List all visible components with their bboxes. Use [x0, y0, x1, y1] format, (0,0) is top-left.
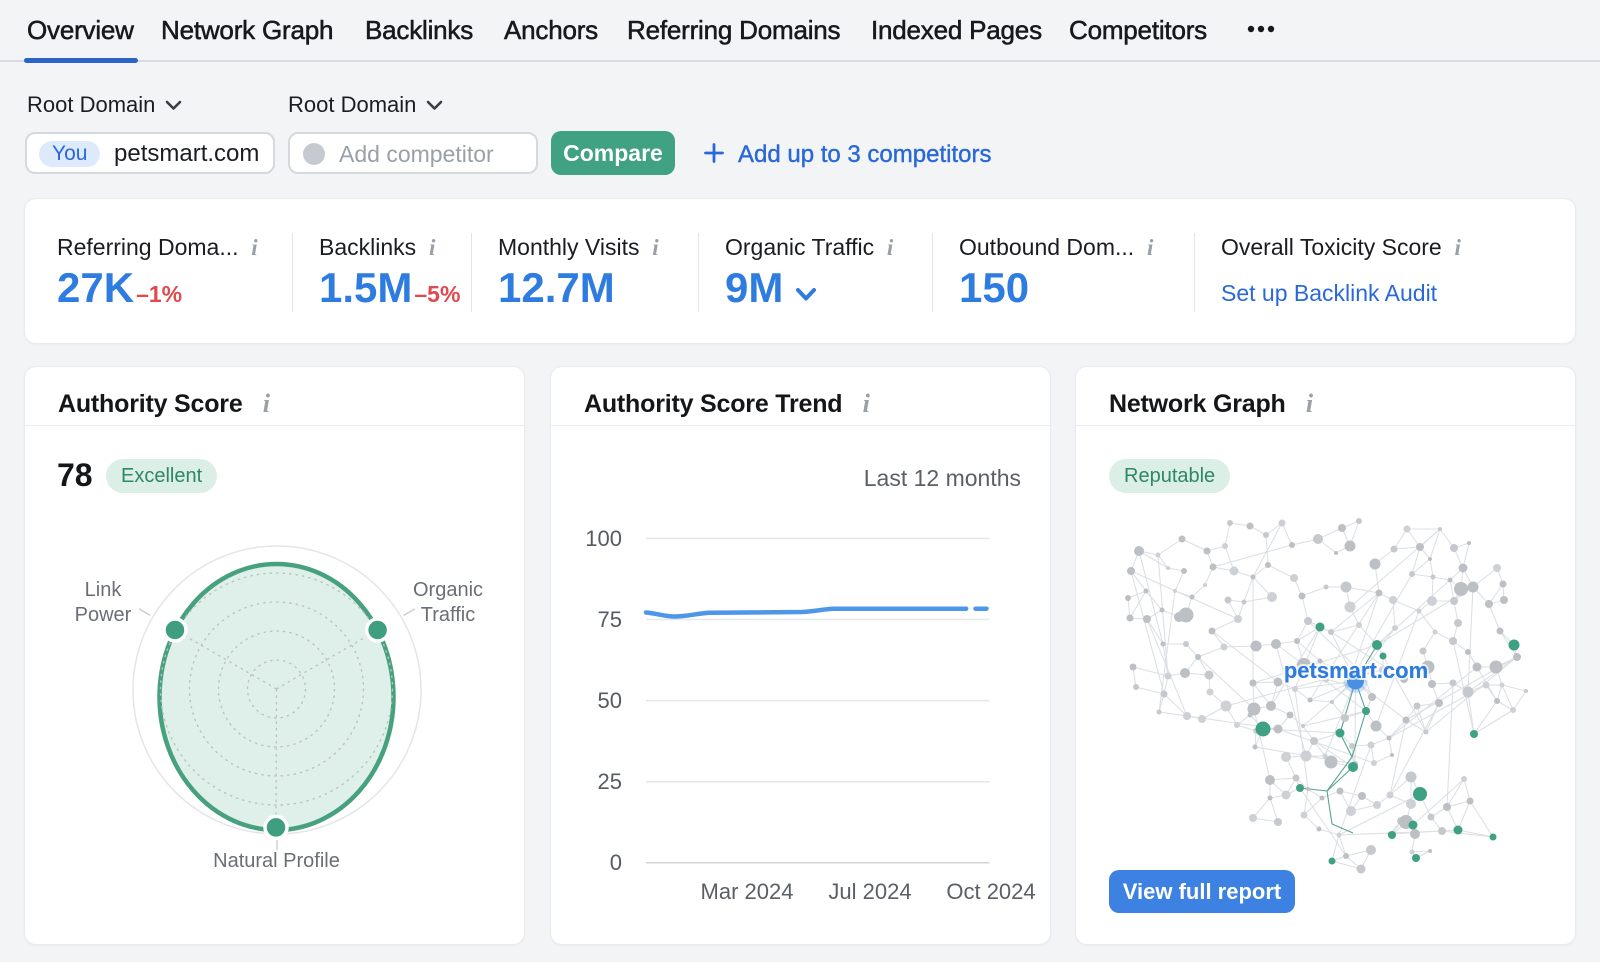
- svg-text:50: 50: [598, 688, 622, 713]
- svg-text:Link: Link: [85, 579, 123, 601]
- svg-text:petsmart.com: petsmart.com: [1284, 658, 1428, 683]
- svg-text:Jul 2024: Jul 2024: [828, 879, 911, 904]
- svg-text:Natural Profile: Natural Profile: [213, 850, 340, 872]
- svg-text:Last 12 months: Last 12 months: [864, 465, 1021, 491]
- svg-text:Mar 2024: Mar 2024: [701, 879, 794, 904]
- svg-text:Organic: Organic: [413, 579, 483, 601]
- svg-text:Power: Power: [75, 604, 132, 626]
- svg-text:Traffic: Traffic: [421, 604, 475, 626]
- svg-text:100: 100: [585, 526, 622, 551]
- svg-text:0: 0: [610, 850, 622, 875]
- svg-text:Oct 2024: Oct 2024: [946, 879, 1035, 904]
- svg-text:25: 25: [598, 769, 622, 794]
- svg-text:75: 75: [598, 607, 622, 632]
